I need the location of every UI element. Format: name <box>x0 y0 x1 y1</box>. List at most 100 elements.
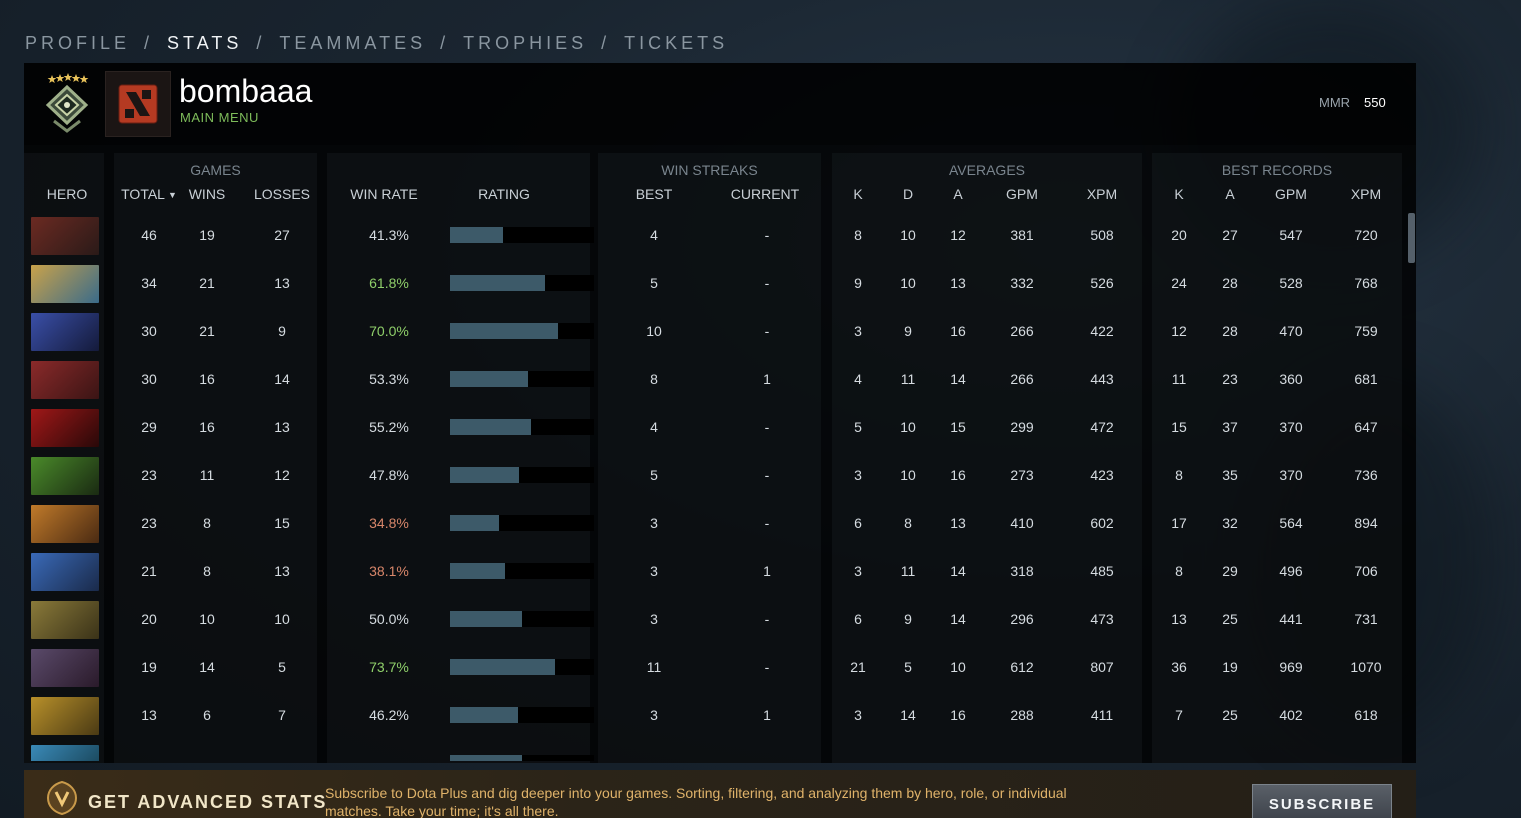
cell-avg-k: 6 <box>854 611 862 627</box>
hero-portrait[interactable] <box>31 409 99 447</box>
hero-portrait[interactable] <box>31 649 99 687</box>
hero-portrait[interactable] <box>31 313 99 351</box>
table-row[interactable]: 34 21 13 61.8% 5 - 9 10 13 332 526 24 28 528 768 <box>24 259 1416 307</box>
tab-trophies[interactable]: TROPHIES <box>463 33 587 54</box>
nav-separator: / <box>256 32 262 53</box>
cell-losses: 27 <box>274 227 290 243</box>
cell-avg-d: 10 <box>900 467 916 483</box>
cell-avg-xpm: 602 <box>1090 515 1114 531</box>
tab-profile[interactable]: PROFILE <box>25 33 130 54</box>
scrollbar-thumb[interactable] <box>1408 213 1415 263</box>
subscribe-button[interactable]: SUBSCRIBE <box>1252 784 1392 818</box>
cell-avg-gpm: 410 <box>1010 515 1034 531</box>
col-best-k[interactable]: K <box>1159 186 1199 202</box>
col-rating[interactable]: RATING <box>464 186 544 202</box>
cell-avg-gpm: 296 <box>1010 611 1034 627</box>
hero-stats-rows[interactable]: 46 19 27 41.3% 4-8 10 12 381 508 20 27 547 720 34 21 13… <box>24 211 1416 761</box>
rating-bar-fill <box>450 275 545 291</box>
cell-total: 34 <box>141 275 157 291</box>
table-row[interactable]: 21 8 13 38.1% 3 1 3 11 14 318 485 8 29 496 706 <box>24 547 1416 595</box>
col-losses[interactable]: LOSSES <box>249 186 315 202</box>
col-wins[interactable]: WINS <box>184 186 230 202</box>
rating-bar-fill <box>450 419 531 435</box>
table-row[interactable]: 23 11 12 47.8% 5 - 3 10 16 273 423 8 35 370 736 <box>24 451 1416 499</box>
col-best-gpm[interactable]: GPM <box>1265 186 1317 202</box>
tab-teammates[interactable]: TEAMMATES <box>279 33 426 54</box>
tab-stats[interactable]: STATS <box>167 33 242 54</box>
table-row[interactable]: 30 16 14 53.3% 8 1 4 11 14 266 443 11 23 360 681 <box>24 355 1416 403</box>
col-total-label: TOTAL <box>121 186 165 202</box>
mmr-value: 550 <box>1364 95 1386 110</box>
rating-bar <box>450 515 594 531</box>
table-row[interactable]: 30 21 9 70.0% 10 - 3 9 16 266 422 12 28 470 759 <box>24 307 1416 355</box>
cell-avg-xpm: 472 <box>1090 419 1114 435</box>
tab-tickets[interactable]: TICKETS <box>624 33 728 54</box>
hero-portrait[interactable] <box>31 217 99 255</box>
cell-total: 46 <box>141 227 157 243</box>
cell-avg-gpm: 318 <box>1010 563 1034 579</box>
col-avg-a[interactable]: A <box>938 186 978 202</box>
col-avg-gpm[interactable]: GPM <box>996 186 1048 202</box>
cell-best-a: 27 <box>1222 227 1238 243</box>
col-win-rate[interactable]: WIN RATE <box>344 186 424 202</box>
table-row[interactable]: 19 14 5 73.7% 11 - 21 5 10 612 807 36 19 969 1070 <box>24 643 1416 691</box>
table-row[interactable]: 20 10 10 50.0% 3 - 6 9 14 296 473 13 25 441 731 <box>24 595 1416 643</box>
col-total[interactable]: TOTAL ▼ <box>116 186 182 202</box>
hero-portrait[interactable] <box>31 553 99 591</box>
hero-portrait[interactable] <box>31 265 99 303</box>
cell-win-rate <box>344 739 434 761</box>
cell-win-rate: 38.1% <box>369 563 409 579</box>
cell-losses: 15 <box>274 515 290 531</box>
table-row[interactable]: 29 16 13 55.2% 4 - 5 10 15 299 472 15 37 370 647 <box>24 403 1416 451</box>
rating-bar-fill <box>450 707 518 723</box>
col-best-xpm[interactable]: XPM <box>1340 186 1392 202</box>
cell-avg-a: 12 <box>950 227 966 243</box>
rating-bar <box>450 755 594 761</box>
cell-losses: 10 <box>274 611 290 627</box>
cell-best-xpm: 894 <box>1354 515 1378 531</box>
cell-avg-a: 16 <box>950 323 966 339</box>
dota-plus-promo: GET ADVANCED STATS Subscribe to Dota Plu… <box>24 770 1416 818</box>
cell-avg-k: 3 <box>854 707 862 723</box>
cell-streak-best: 3 <box>650 563 658 579</box>
col-streak-best[interactable]: BEST <box>624 186 684 202</box>
col-best-a[interactable]: A <box>1210 186 1250 202</box>
cell-win-rate: 34.8% <box>369 515 409 531</box>
rating-bar <box>450 275 594 291</box>
col-avg-k[interactable]: K <box>838 186 878 202</box>
hero-portrait[interactable] <box>31 601 99 639</box>
col-avg-xpm[interactable]: XPM <box>1076 186 1128 202</box>
rating-bar-fill <box>450 611 522 627</box>
table-row[interactable]: 23 8 15 34.8% 3 - 6 8 13 410 602 17 32 564 894 <box>24 499 1416 547</box>
hero-portrait[interactable] <box>31 457 99 495</box>
rating-bar <box>450 563 594 579</box>
cell-avg-gpm: 266 <box>1010 323 1034 339</box>
rating-bar-fill <box>450 563 505 579</box>
group-win-streaks: WIN STREAKS <box>661 162 758 178</box>
cell-best-gpm: 360 <box>1279 371 1303 387</box>
cell-win-rate: 73.7% <box>369 659 409 675</box>
hero-portrait[interactable] <box>31 697 99 735</box>
dota-logo-icon <box>118 84 158 124</box>
table-row[interactable]: 13 6 7 46.2% 3 1 3 14 16 288 411 7 25 402 618 <box>24 691 1416 739</box>
cell-total: 20 <box>141 611 157 627</box>
avatar[interactable] <box>105 71 171 137</box>
rank-medal-icon[interactable] <box>42 71 92 133</box>
hero-portrait[interactable] <box>31 505 99 543</box>
cell-avg-xpm: 423 <box>1090 467 1114 483</box>
cell-best-k: 17 <box>1171 515 1187 531</box>
hero-portrait[interactable] <box>31 745 99 761</box>
cell-avg-k: 5 <box>854 419 862 435</box>
hero-portrait[interactable] <box>31 361 99 399</box>
col-hero[interactable]: HERO <box>24 186 110 202</box>
col-streak-current[interactable]: CURRENT <box>724 186 806 202</box>
cell-best-k: 8 <box>1175 467 1183 483</box>
cell-avg-k: 3 <box>854 323 862 339</box>
cell-avg-k: 6 <box>854 515 862 531</box>
cell-best-gpm: 370 <box>1279 467 1303 483</box>
col-avg-d[interactable]: D <box>888 186 928 202</box>
table-row[interactable] <box>24 739 1416 761</box>
cell-avg-gpm: 266 <box>1010 371 1034 387</box>
table-row[interactable]: 46 19 27 41.3% 4 - 8 10 12 381 508 20 27 547 720 <box>24 211 1416 259</box>
cell-avg-k: 3 <box>854 467 862 483</box>
